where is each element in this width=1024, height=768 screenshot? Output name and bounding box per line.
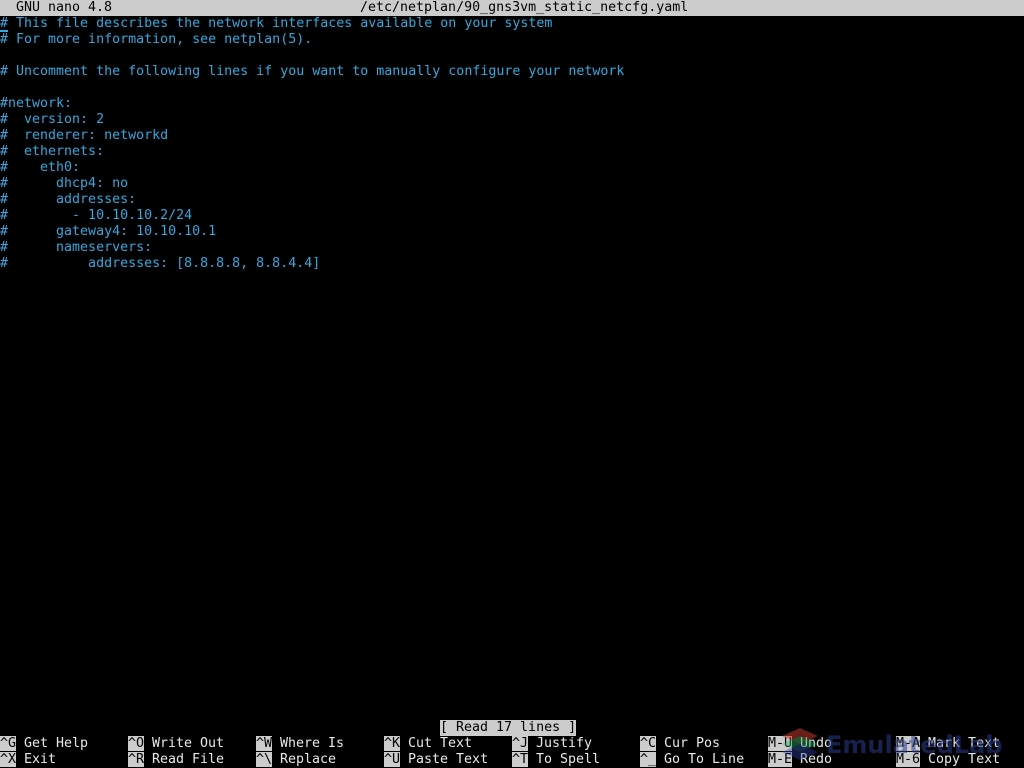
shortcut-key: ^G [0, 736, 17, 751]
shortcut-item[interactable]: ^W Where Is [256, 736, 344, 752]
shortcut-label: To Spell [536, 752, 601, 767]
editor-line[interactable]: # renderer: networkd [0, 128, 168, 144]
shortcut-key: ^R [128, 752, 145, 767]
editor-line[interactable]: # This file describes the network interf… [0, 16, 552, 32]
shortcut-label: Write Out [152, 736, 225, 751]
shortcut-item[interactable]: ^T To Spell [512, 752, 600, 768]
shortcut-key: M-A [896, 736, 921, 751]
shortcut-label: Replace [280, 752, 337, 767]
shortcut-label: Read File [152, 752, 225, 767]
shortcut-key: ^\ [256, 752, 273, 767]
shortcut-label: Copy Text [928, 752, 1001, 767]
shortcut-item[interactable]: ^U Paste Text [384, 752, 488, 768]
shortcut-key: ^W [256, 736, 273, 751]
shortcut-item[interactable]: ^R Read File [128, 752, 224, 768]
shortcut-item[interactable]: ^X Exit [0, 752, 56, 768]
watermark-logo-icon [782, 728, 818, 760]
shortcut-label: Where Is [280, 736, 345, 751]
editor-line[interactable]: # eth0: [0, 160, 80, 176]
shortcut-label: Go To Line [664, 752, 745, 767]
editor-line[interactable]: # addresses: [0, 192, 136, 208]
editor-line[interactable]: # Uncomment the following lines if you w… [0, 64, 624, 80]
app-version: GNU nano 4.8 [16, 0, 113, 15]
editor-line[interactable]: # version: 2 [0, 112, 104, 128]
shortcut-item[interactable]: ^K Cut Text [384, 736, 472, 752]
shortcut-key: ^_ [640, 752, 657, 767]
text-cursor [0, 30, 8, 32]
shortcut-item[interactable]: ^J Justify [512, 736, 592, 752]
shortcut-label: Exit [24, 752, 57, 767]
shortcut-key: ^K [384, 736, 401, 751]
editor-line[interactable]: # gateway4: 10.10.10.1 [0, 224, 216, 240]
shortcut-label: Get Help [24, 736, 89, 751]
editor-line[interactable]: # dhcp4: no [0, 176, 128, 192]
status-message: [ Read 17 lines ] [440, 720, 577, 736]
shortcut-item[interactable]: ^_ Go To Line [640, 752, 744, 768]
title-bar: GNU nano 4.8 /etc/netplan/90_gns3vm_stat… [0, 0, 1024, 16]
file-name: /etc/netplan/90_gns3vm_static_netcfg.yam… [360, 0, 689, 15]
shortcut-label: Mark Text [928, 736, 1001, 751]
shortcut-key: ^O [128, 736, 145, 751]
editor-line[interactable]: # nameservers: [0, 240, 152, 256]
editor-line[interactable]: # ethernets: [0, 144, 104, 160]
editor-line[interactable]: # addresses: [8.8.8.8, 8.8.4.4] [0, 256, 320, 272]
shortcut-label: Cut Text [408, 736, 473, 751]
shortcut-item[interactable]: ^\ Replace [256, 752, 336, 768]
shortcut-item[interactable]: ^C Cur Pos [640, 736, 720, 752]
shortcut-key: ^U [384, 752, 401, 767]
shortcut-key: ^T [512, 752, 529, 767]
editor-line[interactable]: # - 10.10.10.2/24 [0, 208, 192, 224]
shortcut-label: Cur Pos [664, 736, 721, 751]
shortcut-key: ^C [640, 736, 657, 751]
editor-line[interactable]: #network: [0, 96, 72, 112]
shortcut-key: ^J [512, 736, 529, 751]
shortcut-item[interactable]: M-A Mark Text [896, 736, 1000, 752]
shortcut-key: ^X [0, 752, 17, 767]
editor-line[interactable]: # For more information, see netplan(5). [0, 32, 312, 48]
shortcut-key: M-6 [896, 752, 921, 767]
shortcut-item[interactable]: M-6 Copy Text [896, 752, 1000, 768]
shortcut-label: Paste Text [408, 752, 489, 767]
shortcut-item[interactable]: ^G Get Help [0, 736, 88, 752]
shortcut-item[interactable]: ^O Write Out [128, 736, 224, 752]
shortcut-label: Justify [536, 736, 593, 751]
